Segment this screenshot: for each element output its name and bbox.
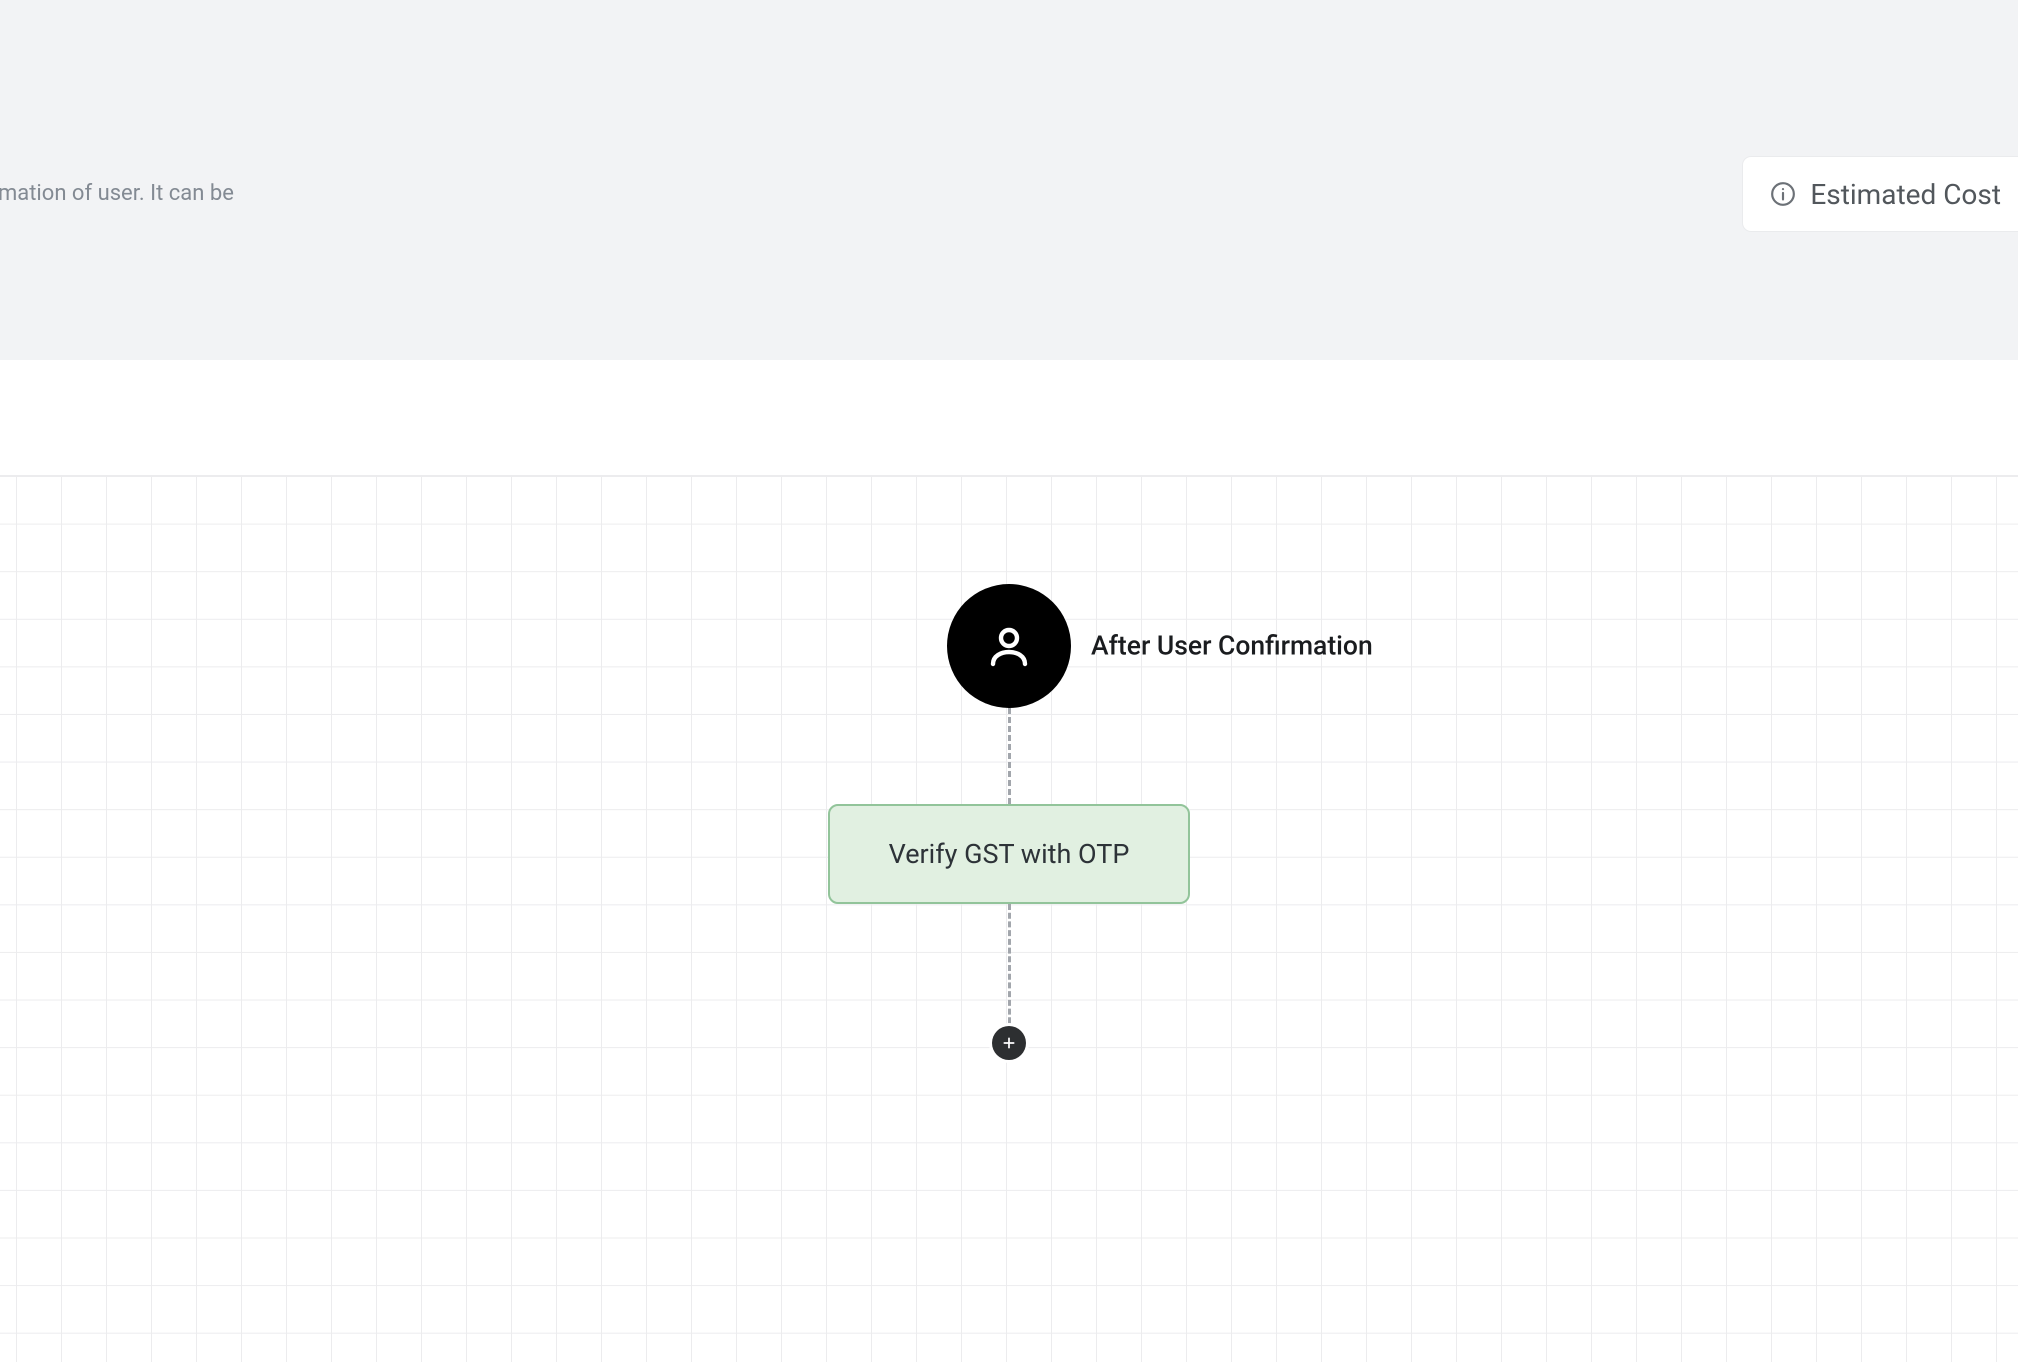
page-title: with OTP bbox=[0, 110, 234, 167]
page-subtitle-line1: to trigger after the confirmation of use… bbox=[0, 181, 234, 206]
step-node-label: Verify GST with OTP bbox=[889, 838, 1130, 870]
flow-diagram: After User Confirmation Verify GST with … bbox=[709, 476, 1309, 1060]
flow-canvas[interactable]: After User Confirmation Verify GST with … bbox=[0, 475, 2018, 1362]
title-block: with OTP to trigger after the confirmati… bbox=[0, 110, 234, 245]
user-icon bbox=[985, 622, 1033, 670]
info-icon bbox=[1770, 181, 1796, 207]
start-node-circle bbox=[947, 584, 1071, 708]
page-subtitle: to trigger after the confirmation of use… bbox=[0, 177, 234, 245]
add-node-button[interactable] bbox=[992, 1026, 1026, 1060]
header-canvas-gap bbox=[0, 360, 2018, 475]
start-node[interactable]: After User Confirmation bbox=[709, 584, 1309, 708]
connector-step-to-add bbox=[1008, 904, 1011, 1032]
estimated-cost-chip[interactable]: Estimated Cost bbox=[1743, 157, 2018, 231]
start-node-label: After User Confirmation bbox=[1091, 631, 1373, 662]
connector-start-to-step bbox=[1008, 708, 1011, 804]
estimated-cost-label: Estimated Cost bbox=[1810, 178, 2001, 211]
plus-icon bbox=[1001, 1035, 1017, 1051]
page-header: with OTP to trigger after the confirmati… bbox=[0, 0, 2018, 360]
step-node-verify-gst[interactable]: Verify GST with OTP bbox=[828, 804, 1190, 904]
